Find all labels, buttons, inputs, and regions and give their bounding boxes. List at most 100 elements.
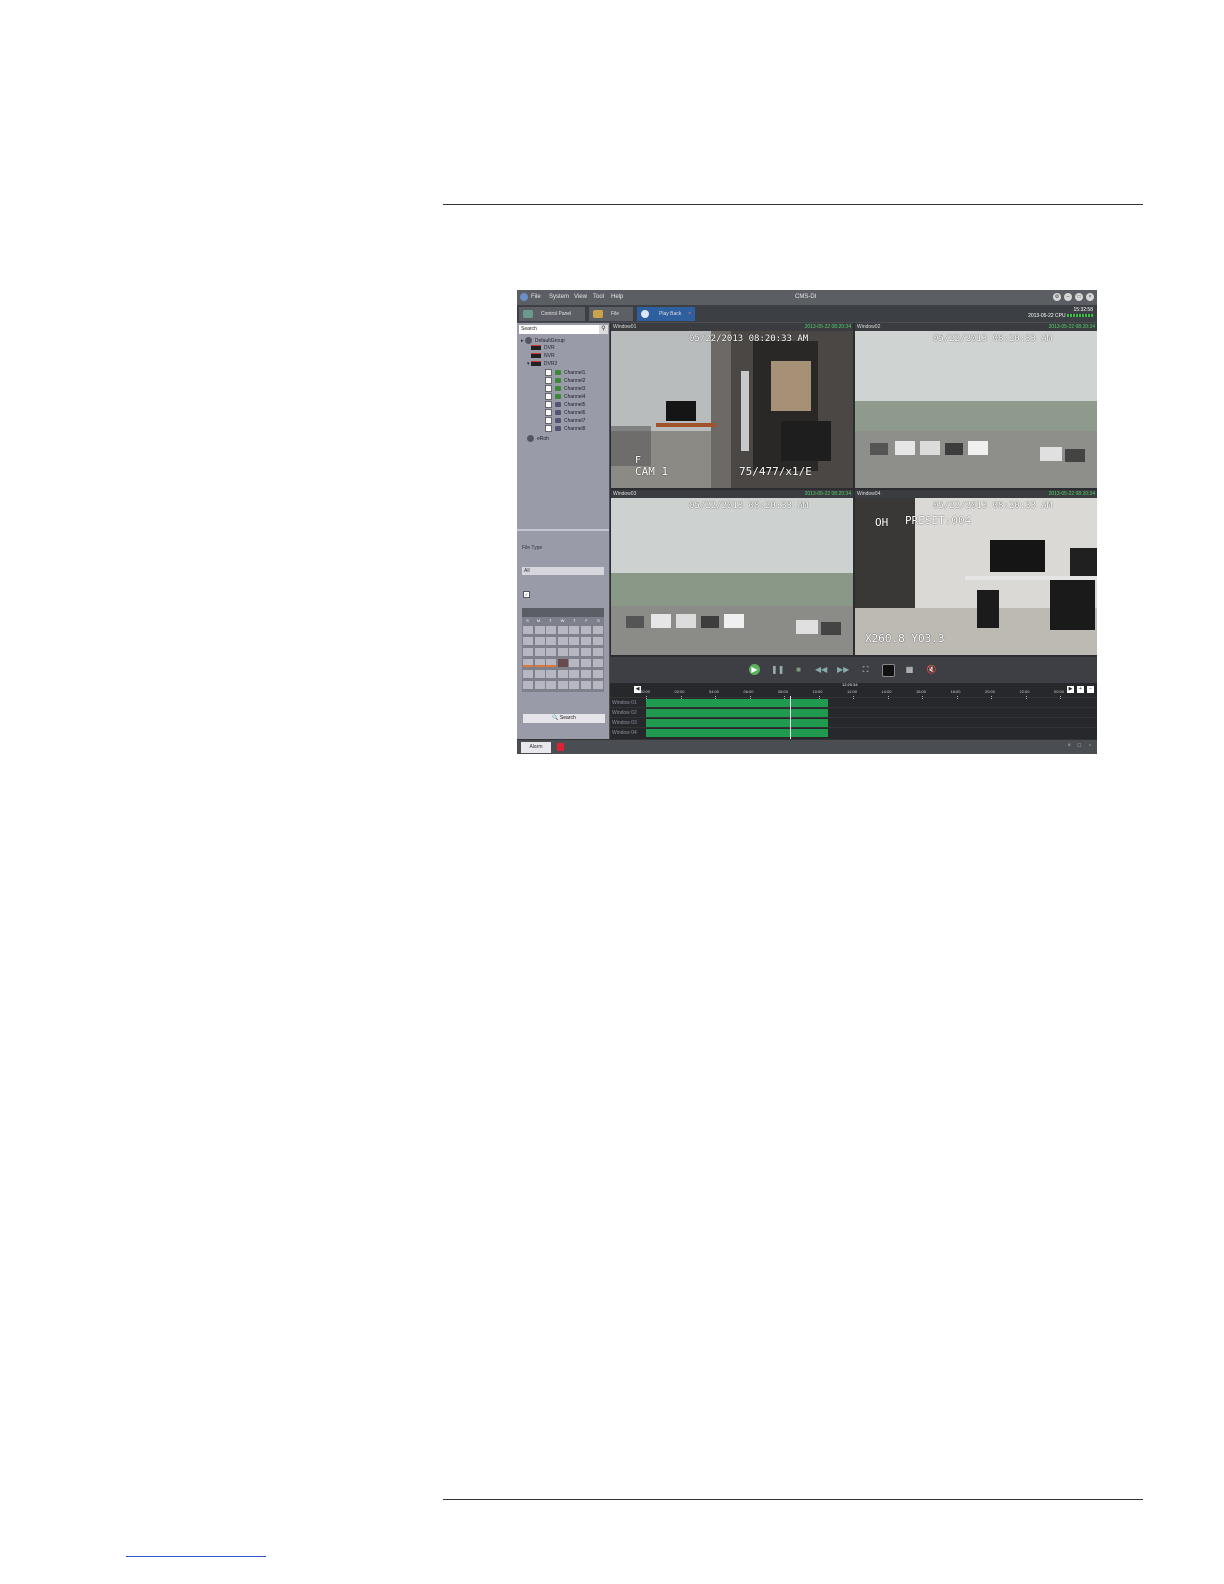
calendar-day[interactable] xyxy=(592,626,603,634)
calendar-day[interactable] xyxy=(592,648,603,656)
calendar-day[interactable] xyxy=(569,670,580,678)
tab-close-icon[interactable]: × xyxy=(688,307,691,321)
channel-checkbox[interactable] xyxy=(545,393,552,400)
timeline-row[interactable]: Window 04 xyxy=(610,727,1097,738)
calendar-day[interactable] xyxy=(592,681,603,689)
maximize-icon[interactable]: □ xyxy=(1075,293,1083,301)
tree-other[interactable]: eRoh xyxy=(527,435,549,442)
calendar-day[interactable] xyxy=(523,648,533,656)
video-window-1[interactable]: Window01 2013-05-22 08:20:34 05/22/2013 … xyxy=(611,323,853,488)
recording-segment[interactable] xyxy=(646,729,828,737)
calendar-day[interactable] xyxy=(581,626,591,634)
search-button[interactable]: 🔍 Search xyxy=(523,714,605,723)
panel-divider[interactable] xyxy=(517,529,609,531)
calendar-day[interactable] xyxy=(581,637,591,645)
zoom-in-icon[interactable]: + xyxy=(1077,686,1084,693)
file-type-select[interactable]: All xyxy=(522,567,604,575)
tab-file[interactable]: File xyxy=(589,307,633,321)
recording-segment[interactable] xyxy=(646,709,828,717)
calendar-day[interactable] xyxy=(546,626,557,634)
tree-channel[interactable]: Channel4 xyxy=(545,393,585,400)
tree-channel[interactable]: Channel6 xyxy=(545,409,585,416)
alarm-bell-icon[interactable] xyxy=(557,743,564,751)
menu-help[interactable]: Help xyxy=(611,294,623,300)
calendar-day[interactable] xyxy=(523,670,533,678)
calendar-day[interactable] xyxy=(592,659,603,667)
channel-checkbox[interactable] xyxy=(545,385,552,392)
tree-channel[interactable]: Channel7 xyxy=(545,417,585,424)
mute-icon[interactable]: 🔇 xyxy=(926,664,937,675)
calendar-day[interactable] xyxy=(557,637,568,645)
menu-system[interactable]: System xyxy=(549,294,569,300)
tree-channel[interactable]: Channel3 xyxy=(545,385,585,392)
fast-forward-icon[interactable]: ▶▶ xyxy=(837,664,849,675)
calendar-day[interactable] xyxy=(534,648,545,656)
calendar-day[interactable] xyxy=(534,659,545,667)
calendar-day[interactable] xyxy=(581,659,591,667)
calendar-day[interactable] xyxy=(557,626,568,634)
menu-file[interactable]: File xyxy=(531,294,541,300)
calendar-day[interactable] xyxy=(581,648,591,656)
status-pin-icon[interactable]: ▫ xyxy=(1089,743,1091,749)
calendar-day[interactable] xyxy=(546,659,557,667)
calendar-day[interactable] xyxy=(523,637,533,645)
calendar-day[interactable] xyxy=(546,681,557,689)
calendar-day[interactable] xyxy=(569,648,580,656)
tree-channel[interactable]: Channel2 xyxy=(545,377,585,384)
pause-icon[interactable]: ❚❚ xyxy=(771,664,784,675)
calendar-day[interactable] xyxy=(546,670,557,678)
fullscreen-icon[interactable]: ⛶ xyxy=(860,664,871,675)
tree-device-dvr2[interactable]: ▾ DVR2 xyxy=(527,361,557,367)
calendar-day[interactable] xyxy=(523,626,533,634)
stop-icon[interactable]: ■ xyxy=(793,664,804,675)
video-window-4[interactable]: Window04 2013-05-22 08:20:34 05/22/2013 … xyxy=(855,490,1097,655)
tree-channel[interactable]: Channel8 xyxy=(545,425,585,432)
tree-device-nvr[interactable]: NVR xyxy=(531,353,555,359)
alarm-tab[interactable]: Alarm xyxy=(521,742,551,753)
calendar-day[interactable] xyxy=(592,670,603,678)
calendar-day[interactable] xyxy=(557,681,568,689)
calendar-day[interactable] xyxy=(569,659,580,667)
calendar-day[interactable] xyxy=(523,681,533,689)
channel-checkbox[interactable] xyxy=(545,409,552,416)
device-search-input[interactable]: Search xyxy=(519,325,599,334)
zoom-out-icon[interactable]: − xyxy=(1087,686,1094,693)
close-icon[interactable]: × xyxy=(1086,293,1094,301)
calendar-day[interactable] xyxy=(569,626,580,634)
menu-tool[interactable]: Tool xyxy=(593,294,604,300)
calendar-day[interactable] xyxy=(534,670,545,678)
tab-control-panel[interactable]: Control Panel xyxy=(519,307,585,321)
status-restore-icon[interactable]: □ xyxy=(1077,743,1081,749)
rewind-icon[interactable]: ◀◀ xyxy=(815,664,827,675)
minimize-icon[interactable]: – xyxy=(1064,293,1072,301)
calendar-day[interactable] xyxy=(581,670,591,678)
calendar-day[interactable] xyxy=(592,637,603,645)
calendar-day[interactable] xyxy=(581,681,591,689)
tree-device-dvr[interactable]: DVR xyxy=(531,345,555,351)
tree-channel[interactable]: Channel5 xyxy=(545,401,585,408)
tree-group[interactable]: ▸ DefaultGroup xyxy=(521,337,565,344)
channel-checkbox[interactable] xyxy=(545,377,552,384)
timeline-next-icon[interactable]: ▶ xyxy=(1067,686,1074,693)
video-window-2[interactable]: Window02 2013-05-22 08:20:34 05/22/2013 … xyxy=(855,323,1097,488)
option-checkbox[interactable]: ✓ xyxy=(523,591,530,598)
calendar-day[interactable] xyxy=(534,681,545,689)
recording-segment[interactable] xyxy=(646,719,828,727)
calendar-day[interactable] xyxy=(569,681,580,689)
video-window-3[interactable]: Window03 2013-05-22 08:20:34 05/22/2013 … xyxy=(611,490,853,655)
menu-view[interactable]: View xyxy=(574,294,587,300)
settings-icon[interactable]: ⚙ xyxy=(1053,293,1061,301)
calendar-day[interactable] xyxy=(534,626,545,634)
channel-checkbox[interactable] xyxy=(545,369,552,376)
timeline-cursor[interactable] xyxy=(790,696,791,739)
calendar-day[interactable] xyxy=(534,637,545,645)
status-close-icon[interactable]: × xyxy=(1067,743,1071,749)
tab-play-back[interactable]: Play Back × xyxy=(637,307,695,321)
play-icon[interactable]: ▶ xyxy=(749,664,760,675)
tree-channel[interactable]: Channel1 xyxy=(545,369,585,376)
channel-checkbox[interactable] xyxy=(545,425,552,432)
calendar-day[interactable] xyxy=(557,670,568,678)
calendar-day[interactable] xyxy=(557,648,568,656)
single-view-icon[interactable] xyxy=(882,664,895,677)
calendar-day[interactable] xyxy=(546,648,557,656)
